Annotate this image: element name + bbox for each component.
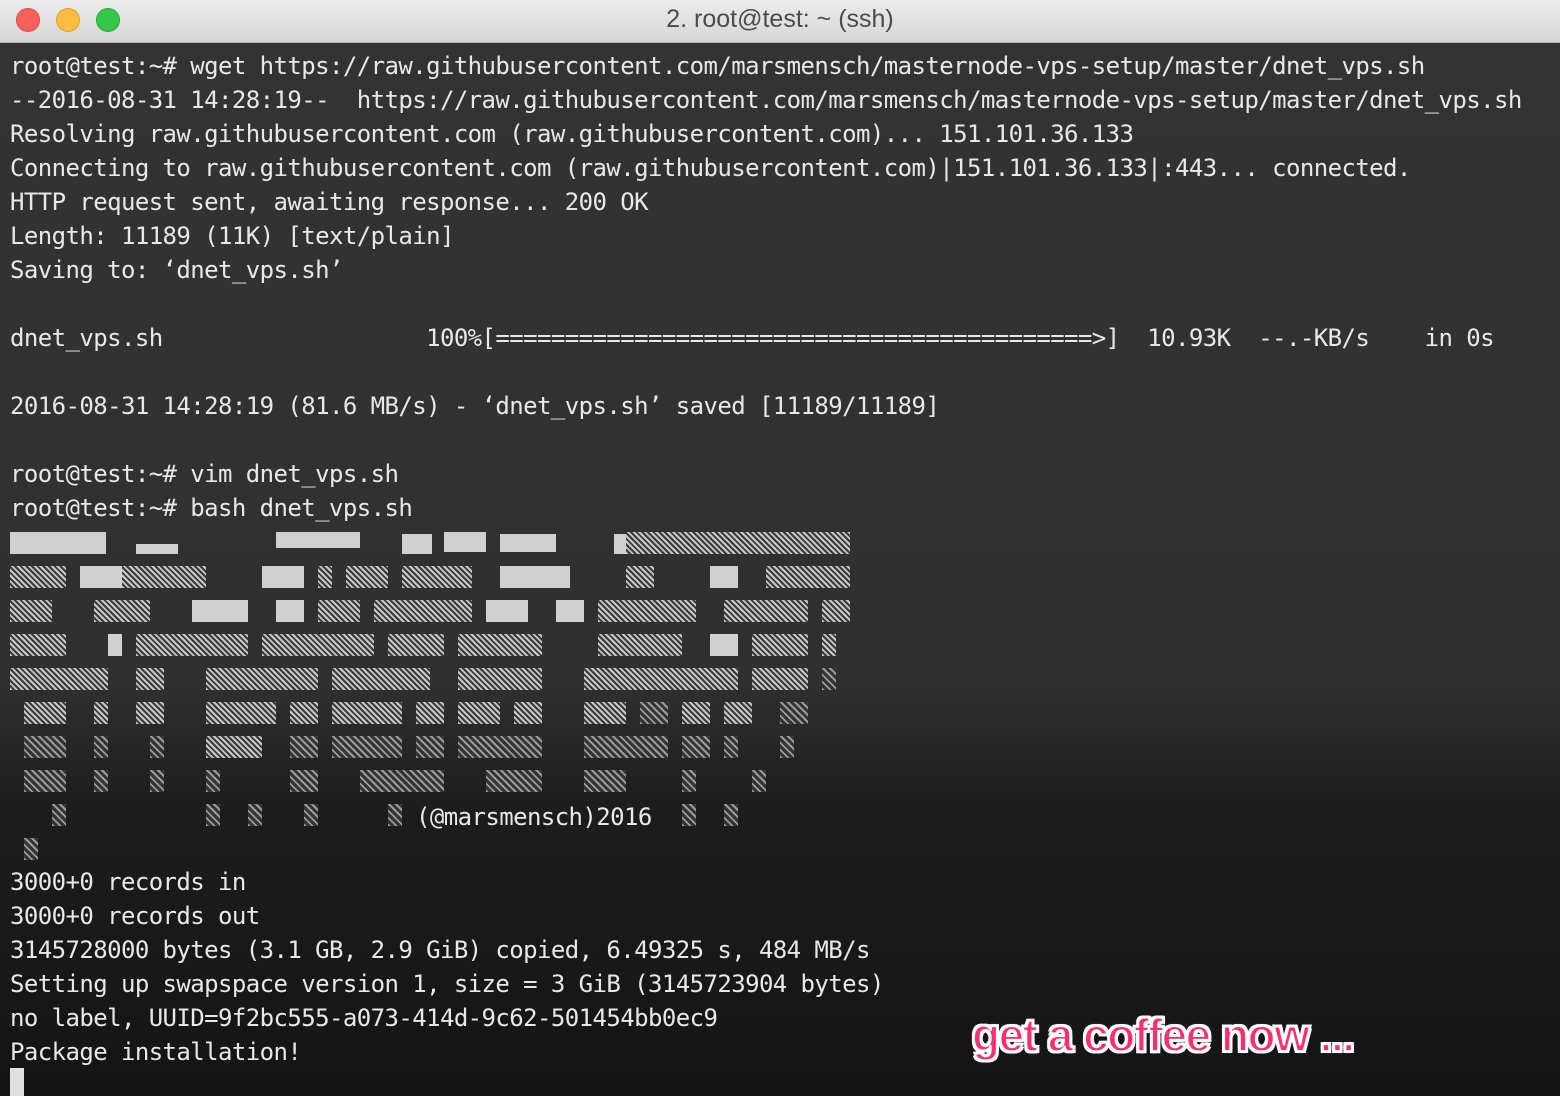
art-credit-text: (@marsmensch)2016 [416, 803, 652, 831]
title-bar[interactable]: 2. root@test: ~ (ssh) [0, 0, 1560, 43]
terminal-line: Setting up swapspace version 1, size = 3… [10, 970, 884, 998]
terminal-line: Resolving raw.githubusercontent.com (raw… [10, 120, 1134, 148]
window-title: 2. root@test: ~ (ssh) [666, 5, 894, 33]
terminal-line: Length: 11189 (11K) [text/plain] [10, 222, 454, 250]
text-cursor [10, 1068, 24, 1096]
terminal-line: 3000+0 records out [10, 902, 260, 930]
terminal-line: 3145728000 bytes (3.1 GB, 2.9 GiB) copie… [10, 936, 870, 964]
terminal-line: Connecting to raw.githubusercontent.com … [10, 154, 1411, 182]
terminal-screen[interactable]: root@test:~# wget https://raw.githubuser… [0, 43, 1560, 1096]
terminal-line: --2016-08-31 14:28:19-- https://raw.gith… [10, 86, 1522, 114]
download-progress-line: dnet_vps.sh 100%[=======================… [10, 324, 1495, 352]
terminal-line: root@test:~# vim dnet_vps.sh [10, 460, 399, 488]
terminal-window: 2. root@test: ~ (ssh) root@test:~# wget … [0, 0, 1560, 1096]
terminal-line: 2016-08-31 14:28:19 (81.6 MB/s) - ‘dnet_… [10, 392, 940, 420]
terminal-line: HTTP request sent, awaiting response... … [10, 188, 649, 216]
terminal-line: root@test:~# bash dnet_vps.sh [10, 494, 413, 522]
terminal-line: root@test:~# wget https://raw.githubuser… [10, 52, 1425, 80]
terminal-line: Saving to: ‘dnet_vps.sh’ [10, 256, 343, 284]
overlay-caption: get a coffee now ... [971, 1008, 1356, 1062]
terminal-line: 3000+0 records in [10, 868, 246, 896]
